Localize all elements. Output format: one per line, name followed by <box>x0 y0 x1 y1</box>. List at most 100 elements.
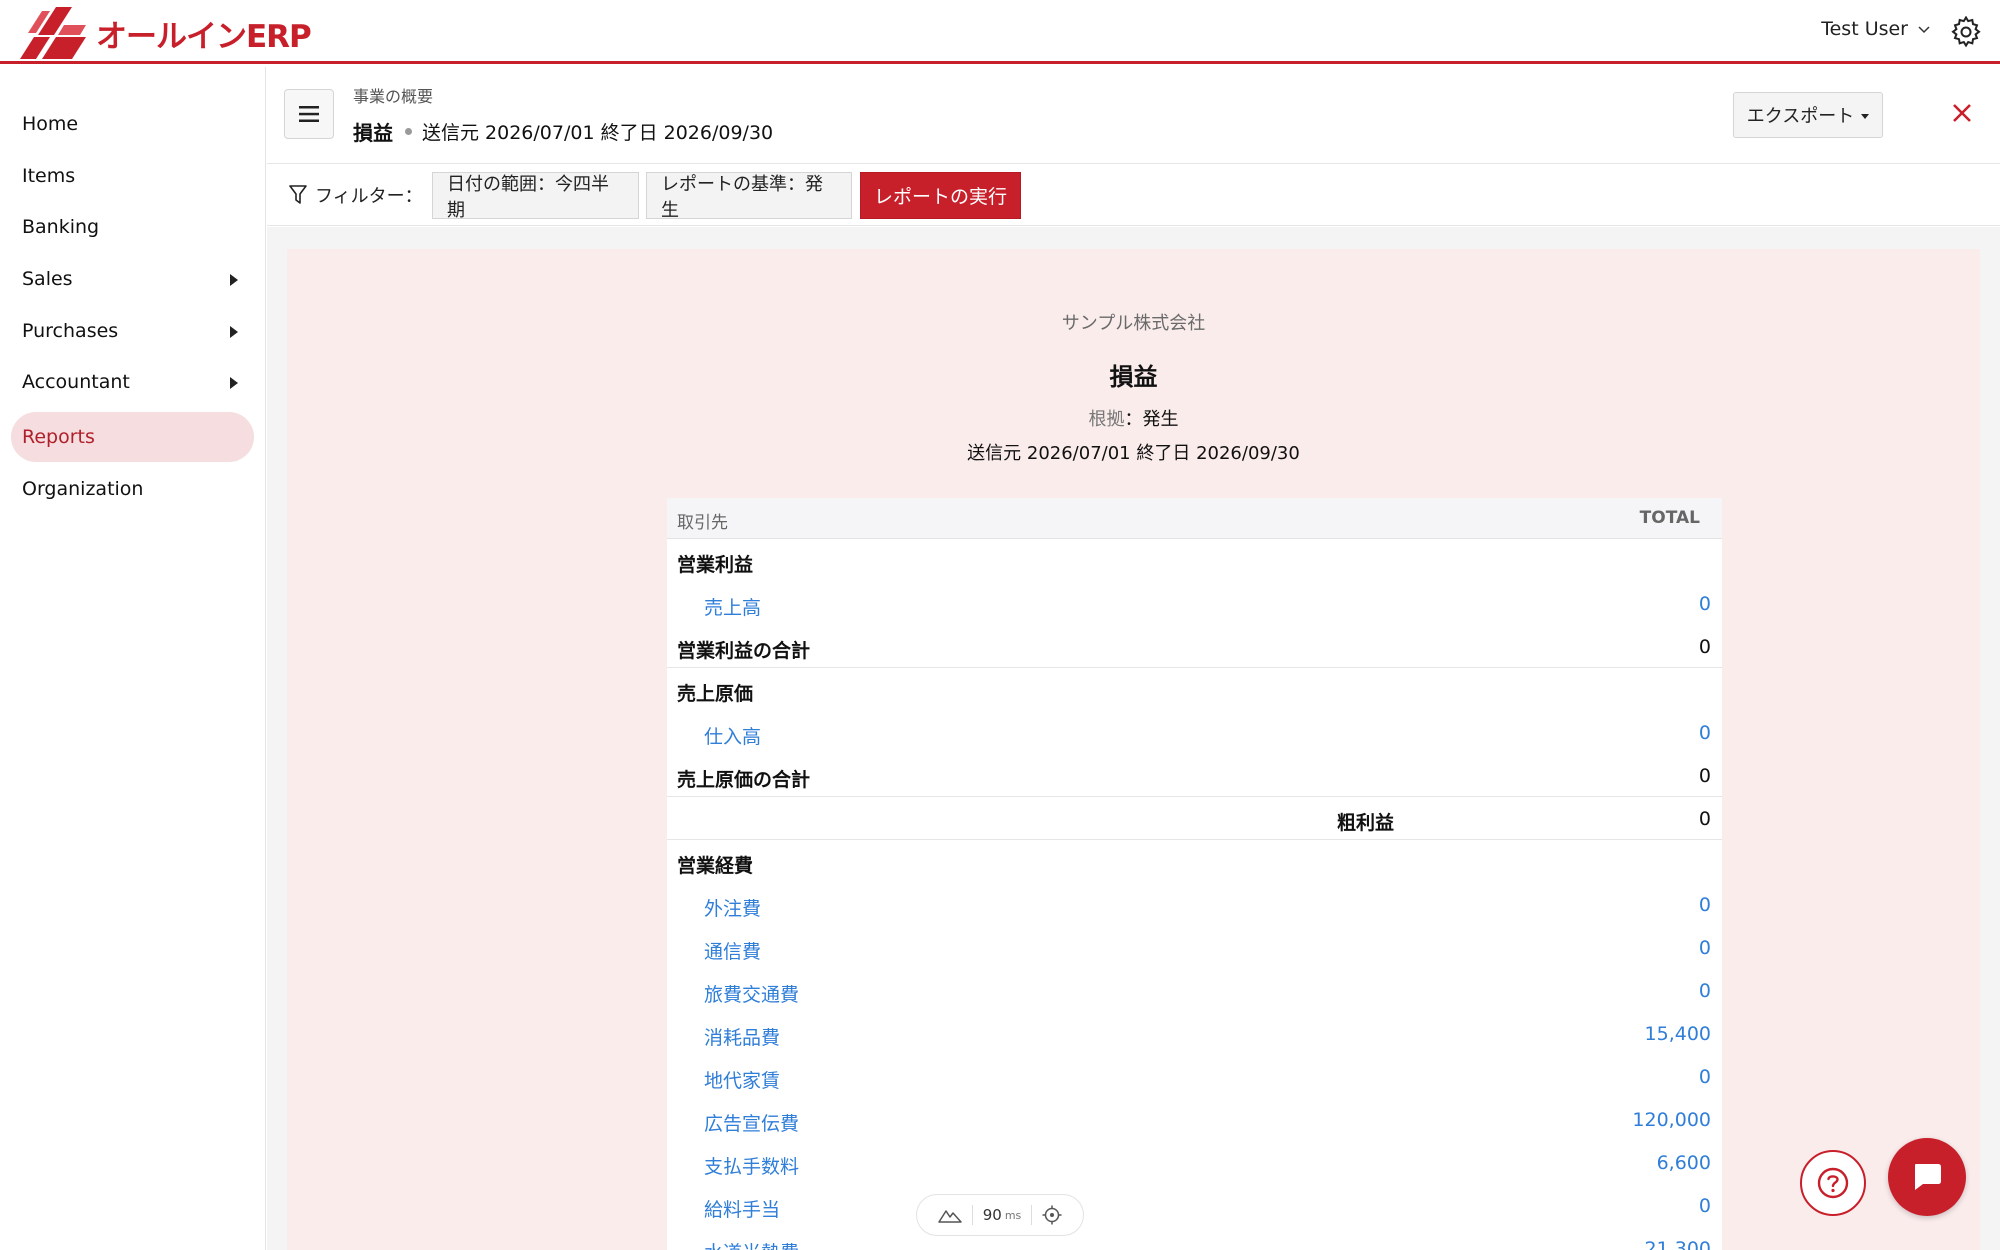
account-link[interactable]: 通信費 <box>704 937 761 964</box>
row-label: 営業利益の合計 <box>677 640 811 662</box>
account-link[interactable]: 仕入高 <box>704 722 761 749</box>
gear-icon[interactable] <box>1950 16 1982 48</box>
row-label: 売上原価の合計 <box>677 769 811 791</box>
section-row: 営業経費 <box>667 840 1722 883</box>
page-title-row: 損益 送信元 2026/07/01 終了日 2026/09/30 <box>353 117 773 146</box>
sidebar-item-label: Home <box>22 113 79 135</box>
sidebar-item-items[interactable]: Items <box>11 151 254 201</box>
row-label: 粗利益 <box>1336 812 1394 834</box>
caret-right-icon <box>230 274 238 286</box>
row-amount: 0 <box>1698 808 1711 830</box>
perf-unit: ms <box>1004 1208 1022 1222</box>
basis-value: ：発生 <box>1124 409 1179 430</box>
filter-icon <box>289 185 307 204</box>
user-menu[interactable]: Test User <box>1821 18 1930 40</box>
amount-link[interactable]: 0 <box>1699 937 1711 959</box>
table-body: 営業利益 売上高 0 営業利益の合計 0 売上原価 仕入高 0 売上原価の合計 0 粗利益 0 営業経費… <box>667 539 1722 1250</box>
caret-right-icon <box>230 326 238 338</box>
sidebar-item-home[interactable]: Home <box>11 99 254 149</box>
amount-link[interactable]: 0 <box>1699 980 1711 1002</box>
breadcrumb[interactable]: 事業の概要 <box>353 83 433 107</box>
performance-indicator: 90 ms <box>916 1194 1084 1236</box>
column-header-account: 取引先 <box>677 513 728 533</box>
filter-label-text: フィルター： <box>315 186 423 207</box>
report-table: 取引先 TOTAL 営業利益売上高 0 営業利益の合計 0 売上原価仕入高 0 売上原価の合… <box>667 498 1722 1250</box>
sidebar-item-purchases[interactable]: Purchases <box>11 306 254 356</box>
report-basis-filter[interactable]: レポートの基準：発生 <box>646 172 852 221</box>
export-button[interactable]: エクスポート <box>1733 92 1883 138</box>
run-report-button[interactable]: レポートの実行 <box>860 172 1021 219</box>
account-row[interactable]: 広告宣伝費 120,000 <box>667 1098 1722 1141</box>
account-row[interactable]: 地代家賃 0 <box>667 1055 1722 1098</box>
page-title: 損益 <box>353 121 393 145</box>
account-row[interactable]: 外注費 0 <box>667 883 1722 926</box>
section-row: 営業利益 <box>667 539 1722 582</box>
row-label: 売上原価 <box>677 683 754 705</box>
total-row: 営業利益の合計 0 <box>667 625 1722 668</box>
account-row[interactable]: 旅費交通費 0 <box>667 969 1722 1012</box>
account-row[interactable]: 仕入高 0 <box>667 711 1722 754</box>
chat-button[interactable] <box>1888 1138 1966 1216</box>
amount-link[interactable]: 0 <box>1699 722 1711 744</box>
sidebar-item-reports[interactable]: Reports <box>11 412 254 462</box>
report-title: 損益 <box>1109 363 1158 391</box>
crosshair-icon[interactable] <box>1042 1205 1062 1225</box>
perf-value: 90 <box>982 1206 1002 1224</box>
row-label: 営業経費 <box>677 855 754 877</box>
logo-icon <box>20 7 86 59</box>
close-icon[interactable] <box>1950 101 1974 125</box>
account-link[interactable]: 旅費交通費 <box>704 980 799 1007</box>
divider <box>971 1205 973 1225</box>
chevron-down-icon <box>1918 26 1930 34</box>
app-logo[interactable]: オールインERP <box>20 6 312 60</box>
amount-link[interactable]: 21,300 <box>1645 1238 1711 1250</box>
help-button[interactable] <box>1800 1150 1866 1216</box>
date-range-filter[interactable]: 日付の範囲：今四半期 <box>432 172 639 221</box>
hamburger-menu-button[interactable] <box>284 89 334 139</box>
sidebar-item-banking[interactable]: Banking <box>11 202 254 252</box>
sidebar-item-label: Accountant <box>22 371 130 393</box>
report-period: 送信元 2026/07/01 終了日 2026/09/30 <box>967 443 1300 464</box>
top-bar: オールインERP Test User <box>0 0 2000 64</box>
account-row[interactable]: 消耗品費 15,400 <box>667 1012 1722 1055</box>
caret-down-icon <box>1861 113 1870 119</box>
hamburger-icon <box>299 106 319 122</box>
account-link[interactable]: 支払手数料 <box>704 1152 799 1179</box>
chat-icon <box>1915 1164 1941 1190</box>
amount-link[interactable]: 0 <box>1699 894 1711 916</box>
sidebar-item-accountant[interactable]: Accountant <box>11 357 254 407</box>
column-header-total: TOTAL <box>1639 508 1700 528</box>
row-label: 営業利益 <box>677 554 754 576</box>
sidebar-item-sales[interactable]: Sales <box>11 254 254 304</box>
sidebar-item-label: Organization <box>22 478 144 500</box>
account-link[interactable]: 売上高 <box>704 593 761 620</box>
row-amount: 0 <box>1698 636 1711 658</box>
account-row[interactable]: 通信費 0 <box>667 926 1722 969</box>
report-basis: 根拠：発生 <box>287 405 1980 431</box>
user-name: Test User <box>1821 18 1908 40</box>
account-link[interactable]: 広告宣伝費 <box>704 1109 799 1136</box>
account-row[interactable]: 支払手数料 6,600 <box>667 1141 1722 1184</box>
account-link[interactable]: 消耗品費 <box>704 1023 780 1050</box>
amount-link[interactable]: 0 <box>1699 1195 1711 1217</box>
header-period: 送信元 2026/07/01 終了日 2026/09/30 <box>422 122 774 144</box>
content-area: サンプル株式会社 損益 根拠：発生 送信元 2026/07/01 終了日 202… <box>267 227 2000 1250</box>
sidebar-item-organization[interactable]: Organization <box>11 464 254 514</box>
account-link[interactable]: 水道光熱費 <box>704 1238 799 1250</box>
sidebar-item-label: Items <box>22 165 76 187</box>
amount-link[interactable]: 6,600 <box>1657 1152 1711 1174</box>
amount-link[interactable]: 0 <box>1699 1066 1711 1088</box>
mountain-icon <box>937 1210 962 1223</box>
account-row[interactable]: 売上高 0 <box>667 582 1722 625</box>
amount-link[interactable]: 120,000 <box>1632 1109 1711 1131</box>
caret-right-icon <box>230 377 238 389</box>
account-link[interactable]: 外注費 <box>704 894 761 921</box>
account-link[interactable]: 地代家賃 <box>704 1066 780 1093</box>
account-link[interactable]: 給料手当 <box>704 1195 780 1222</box>
account-row[interactable]: 水道光熱費 21,300 <box>667 1227 1722 1250</box>
account-row[interactable]: 給料手当 0 <box>667 1184 1722 1227</box>
total-row: 売上原価の合計 0 <box>667 754 1722 797</box>
basis-key: 根拠 <box>1088 409 1125 430</box>
amount-link[interactable]: 15,400 <box>1645 1023 1711 1045</box>
amount-link[interactable]: 0 <box>1699 593 1711 615</box>
